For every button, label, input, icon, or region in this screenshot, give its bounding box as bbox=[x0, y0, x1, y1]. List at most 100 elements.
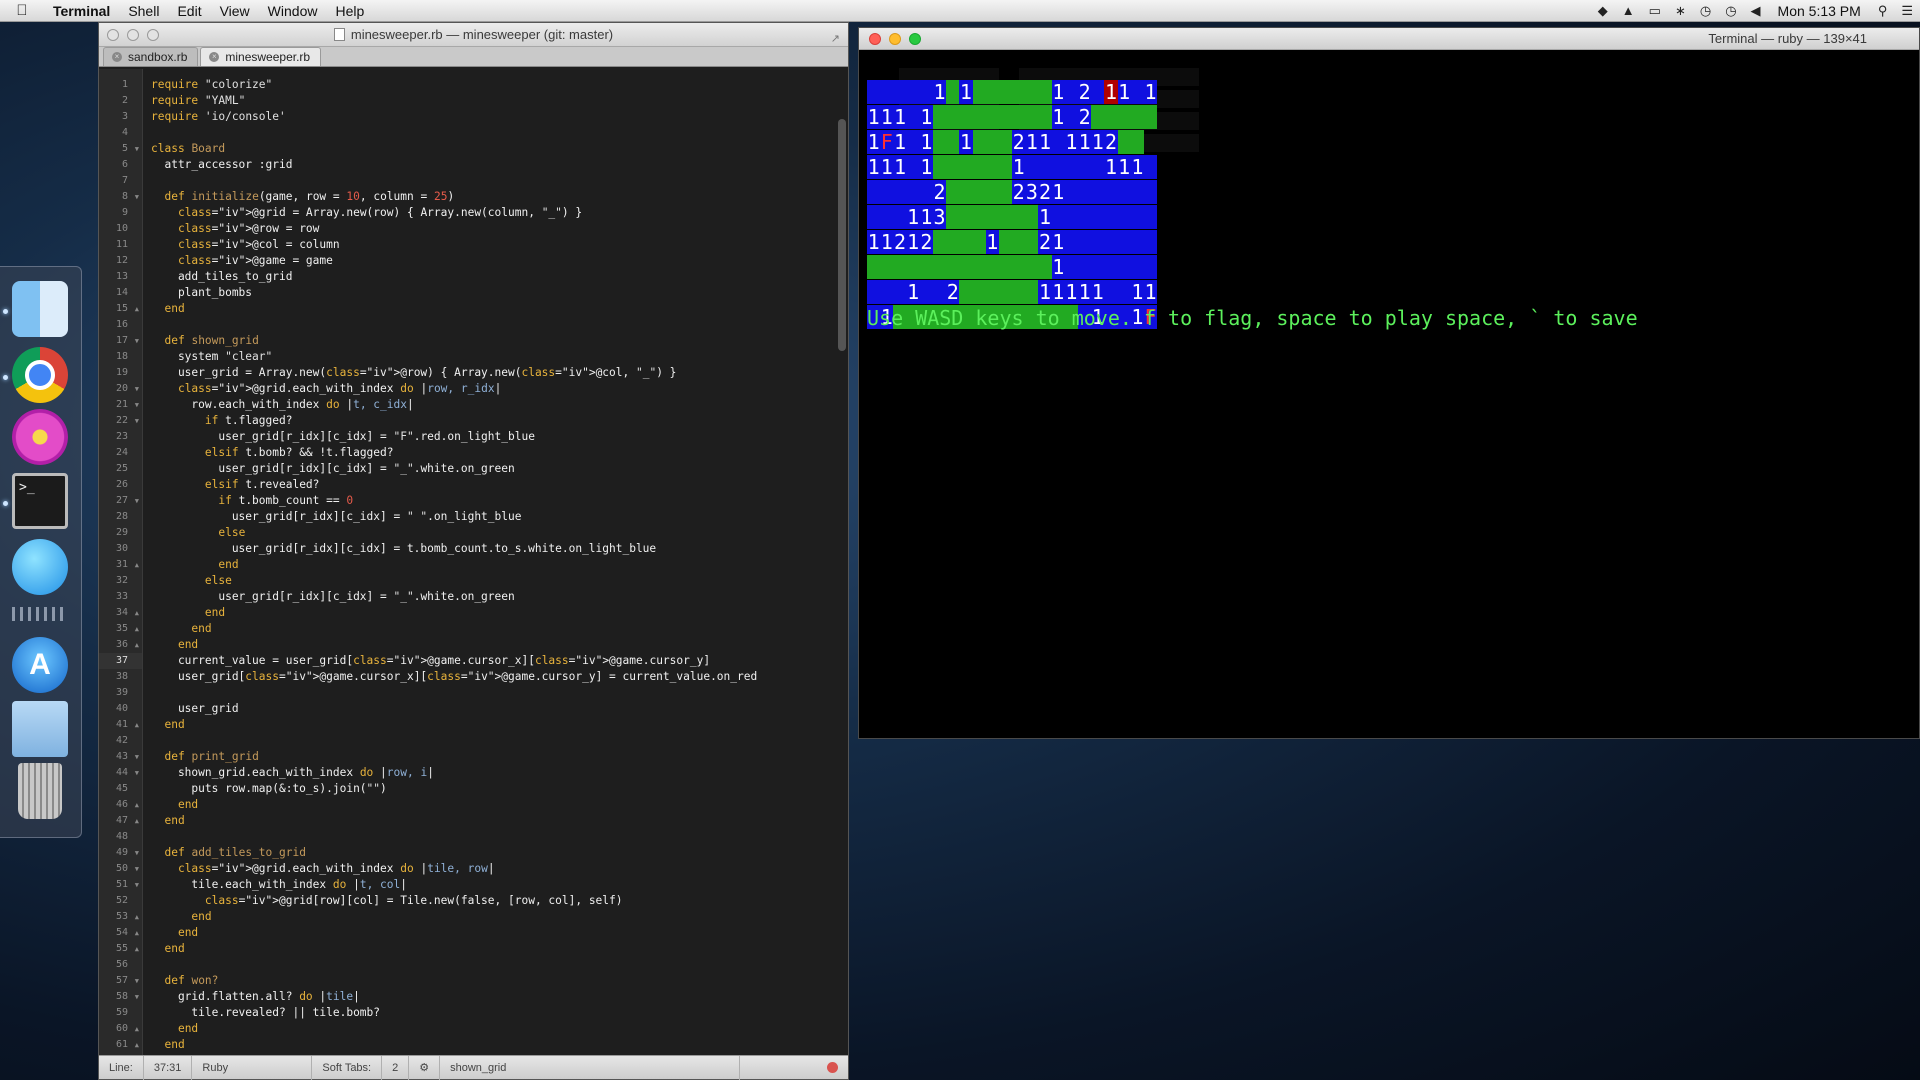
board-cell[interactable] bbox=[1012, 280, 1026, 304]
code-line[interactable]: plant_bombs bbox=[151, 285, 848, 301]
board-cell[interactable]: 1 bbox=[932, 80, 947, 104]
code-line[interactable]: class="iv">@grid.each_with_index do |til… bbox=[151, 861, 848, 877]
board-cell[interactable] bbox=[959, 105, 973, 129]
board-cell[interactable] bbox=[946, 180, 960, 204]
board-cell[interactable]: 2 bbox=[1012, 180, 1026, 204]
board-cell[interactable] bbox=[972, 255, 986, 279]
board-cell[interactable] bbox=[906, 155, 920, 179]
board-cell[interactable] bbox=[1025, 230, 1039, 254]
code-line[interactable]: require "colorize" bbox=[151, 77, 848, 93]
board-cell[interactable]: 1 bbox=[906, 230, 920, 254]
board-cell[interactable] bbox=[1078, 205, 1092, 229]
board-cell[interactable] bbox=[946, 205, 960, 229]
board-cell[interactable] bbox=[867, 205, 881, 229]
board-cell[interactable]: 1 bbox=[893, 130, 907, 154]
board-cell[interactable] bbox=[932, 230, 947, 254]
board-cell[interactable]: 1 bbox=[867, 155, 881, 179]
board-cell[interactable] bbox=[932, 130, 947, 154]
board-cell[interactable]: 1 bbox=[1104, 80, 1118, 104]
minimize-button[interactable] bbox=[127, 29, 139, 41]
board-cell[interactable]: 2 bbox=[1078, 105, 1092, 129]
bluetooth-icon[interactable]: ∗ bbox=[1668, 3, 1693, 19]
symbol-selector[interactable]: shown_grid bbox=[440, 1055, 741, 1080]
board-cell[interactable] bbox=[919, 180, 933, 204]
board-cell[interactable]: 1 bbox=[1078, 280, 1092, 304]
board-cell[interactable] bbox=[906, 80, 920, 104]
board-cell[interactable]: 1 bbox=[1051, 255, 1065, 279]
time-machine-icon[interactable]: ◷ bbox=[1693, 3, 1718, 19]
code-line[interactable]: end bbox=[151, 941, 848, 957]
board-cell[interactable] bbox=[1091, 230, 1105, 254]
board-cell[interactable] bbox=[893, 280, 907, 304]
code-line[interactable]: user_grid = Array.new(class="iv">@row) {… bbox=[151, 365, 848, 381]
board-cell[interactable] bbox=[893, 255, 907, 279]
board-cell[interactable] bbox=[1117, 255, 1131, 279]
board-cell[interactable] bbox=[1038, 255, 1052, 279]
board-cell[interactable] bbox=[972, 205, 986, 229]
code-line[interactable]: def won? bbox=[151, 973, 848, 989]
board-cell[interactable] bbox=[959, 155, 973, 179]
board-cell[interactable] bbox=[932, 155, 947, 179]
code-line[interactable]: end bbox=[151, 797, 848, 813]
wifi-icon[interactable]: ◷ bbox=[1718, 3, 1743, 19]
board-cell[interactable] bbox=[1025, 80, 1039, 104]
code-line[interactable]: user_grid[r_idx][c_idx] = "_".white.on_g… bbox=[151, 589, 848, 605]
board-cell[interactable] bbox=[998, 280, 1013, 304]
code-line[interactable]: class="iv">@game = game bbox=[151, 253, 848, 269]
board-cell[interactable]: 1 bbox=[880, 105, 894, 129]
board-cell[interactable] bbox=[1064, 255, 1078, 279]
board-cell[interactable] bbox=[1143, 155, 1158, 179]
code-line[interactable]: user_grid[class="iv">@game.cursor_x][cla… bbox=[151, 669, 848, 685]
board-cell[interactable] bbox=[1104, 180, 1118, 204]
code-line[interactable]: class="iv">@grid = Array.new(row) { Arra… bbox=[151, 205, 848, 221]
board-cell[interactable] bbox=[972, 280, 986, 304]
board-cell[interactable] bbox=[972, 105, 986, 129]
board-cell[interactable] bbox=[946, 230, 960, 254]
code-line[interactable]: system "clear" bbox=[151, 349, 848, 365]
board-cell[interactable] bbox=[1064, 80, 1078, 104]
board-cell[interactable] bbox=[972, 155, 986, 179]
board-cell[interactable] bbox=[1117, 205, 1131, 229]
board-cell[interactable]: 2 bbox=[1038, 230, 1052, 254]
cursor-position[interactable]: 37:31 bbox=[144, 1055, 193, 1080]
code-line[interactable]: end bbox=[151, 637, 848, 653]
code-line[interactable]: else bbox=[151, 525, 848, 541]
board-cell[interactable]: 1 bbox=[1078, 130, 1092, 154]
code-line[interactable]: tile.each_with_index do |t, col| bbox=[151, 877, 848, 893]
code-line[interactable]: if t.bomb_count == 0 bbox=[151, 493, 848, 509]
board-cell[interactable] bbox=[1143, 205, 1158, 229]
board-cell[interactable] bbox=[919, 80, 933, 104]
code-line[interactable]: def add_tiles_to_grid bbox=[151, 845, 848, 861]
app-menu-terminal[interactable]: Terminal bbox=[44, 0, 119, 22]
board-cell[interactable] bbox=[1051, 155, 1065, 179]
notification-center-icon[interactable]: ☰ bbox=[1894, 3, 1920, 19]
menu-view[interactable]: View bbox=[211, 0, 259, 22]
board-cell[interactable] bbox=[1078, 180, 1092, 204]
board-cell[interactable] bbox=[1025, 255, 1039, 279]
board-cell[interactable] bbox=[1143, 230, 1158, 254]
board-cell[interactable] bbox=[1012, 105, 1026, 129]
board-cell[interactable]: 3 bbox=[932, 205, 947, 229]
board-cell[interactable]: 1 bbox=[1104, 155, 1118, 179]
board-cell[interactable] bbox=[1025, 155, 1039, 179]
board-cell[interactable] bbox=[932, 280, 947, 304]
board-cell[interactable] bbox=[998, 205, 1013, 229]
chrome-icon[interactable] bbox=[12, 347, 68, 403]
board-cell[interactable]: 1 bbox=[1091, 130, 1105, 154]
board-cell[interactable] bbox=[972, 180, 986, 204]
board-cell[interactable] bbox=[1117, 230, 1131, 254]
code-line[interactable]: class="iv">@grid[row][col] = Tile.new(fa… bbox=[151, 893, 848, 909]
board-cell[interactable] bbox=[1130, 105, 1144, 129]
close-tab-icon[interactable]: × bbox=[112, 52, 122, 62]
board-cell[interactable] bbox=[1143, 105, 1158, 129]
board-cell[interactable]: 2 bbox=[932, 180, 947, 204]
board-cell[interactable]: 1 bbox=[1051, 280, 1065, 304]
code-line[interactable]: if t.flagged? bbox=[151, 413, 848, 429]
board-cell[interactable] bbox=[1091, 155, 1105, 179]
volume-icon[interactable]: ◀ bbox=[1744, 3, 1768, 19]
code-line[interactable] bbox=[151, 733, 848, 749]
tab-sandbox[interactable]: × sandbox.rb bbox=[103, 47, 199, 66]
board-cell[interactable]: 2 bbox=[946, 280, 960, 304]
board-cell[interactable]: 2 bbox=[1078, 80, 1092, 104]
minimize-button[interactable] bbox=[889, 33, 901, 45]
